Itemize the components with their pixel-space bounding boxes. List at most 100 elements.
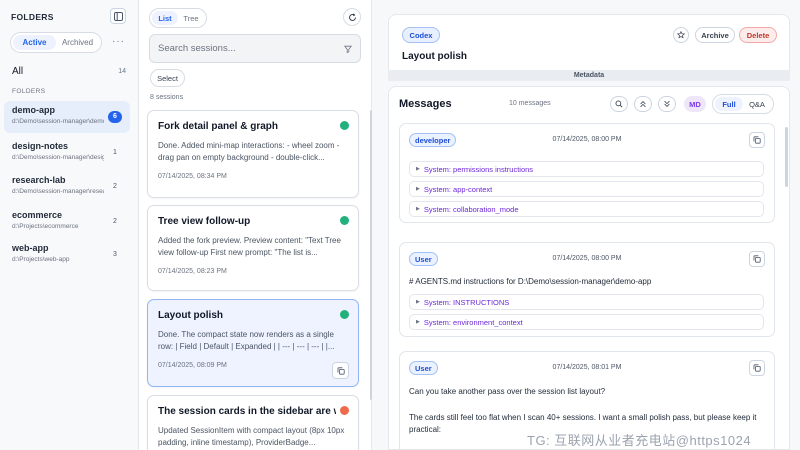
folders-section-label: FOLDERS <box>12 88 46 95</box>
copy-message-button[interactable] <box>749 360 765 376</box>
provider-icon <box>340 310 349 319</box>
folder-item-web-app[interactable]: web-app d:\Projects\web-app 3 <box>4 239 130 271</box>
metadata-toggle[interactable]: Metadata <box>388 70 790 81</box>
all-sessions-row[interactable]: All 14 <box>12 66 126 77</box>
folder-item-research-lab[interactable]: research-lab d:\Demo\session-manager\res… <box>4 171 130 203</box>
copy-icon <box>753 255 761 263</box>
sessions-panel: List Tree Select 8 sessions Fork detail … <box>139 0 373 450</box>
tab-full[interactable]: Full <box>715 97 743 111</box>
message-timestamp: 07/14/2025, 08:00 PM <box>552 255 622 262</box>
copy-message-button[interactable] <box>749 251 765 267</box>
scroll-top-button[interactable] <box>634 96 652 112</box>
system-section[interactable]: ▶ System: app-context <box>409 181 764 197</box>
all-label: All <box>12 66 24 77</box>
session-search <box>149 34 361 63</box>
message-timestamp: 07/14/2025, 08:01 PM <box>552 364 622 371</box>
delete-button[interactable]: Delete <box>739 27 777 43</box>
folder-path: d:\Demo\session-manager\design-notes <box>12 154 104 161</box>
archive-button[interactable]: Archive <box>695 27 735 43</box>
tab-qa[interactable]: Q&A <box>743 97 771 111</box>
message-timestamp: 07/14/2025, 08:00 PM <box>552 136 622 143</box>
refresh-button[interactable] <box>343 8 361 26</box>
folder-count-badge: 6 <box>108 111 122 123</box>
tab-list[interactable]: List <box>152 11 178 25</box>
markdown-export-button[interactable]: MD <box>684 96 706 112</box>
copy-icon <box>753 364 761 372</box>
expand-triangle-icon: ▶ <box>416 166 420 172</box>
session-card[interactable]: The session cards in the sidebar are w U… <box>147 395 359 450</box>
session-card[interactable]: Fork detail panel & graph Done. Added mi… <box>147 110 359 198</box>
session-title: Fork detail panel & graph <box>158 121 279 132</box>
expand-triangle-icon: ▶ <box>416 299 420 305</box>
folder-name: ecommerce <box>12 210 63 220</box>
copy-icon <box>753 136 761 144</box>
session-detail-title: Layout polish <box>402 51 467 62</box>
system-section[interactable]: ▶ System: permissions instructions <box>409 161 764 177</box>
chevrons-down-icon <box>664 100 670 107</box>
copy-message-button[interactable] <box>749 132 765 148</box>
tab-archived[interactable]: Archived <box>56 35 99 50</box>
chevrons-up-icon <box>640 101 646 108</box>
session-card[interactable]: Tree view follow-up Added the fork previ… <box>147 205 359 291</box>
session-detail-panel: Codex Archive Delete Layout polish Metad… <box>372 0 800 450</box>
messages-count: 10 messages <box>509 100 551 107</box>
expand-triangle-icon: ▶ <box>416 319 420 325</box>
message-card: developer 07/14/2025, 08:00 PM ▶ System: … <box>399 123 775 223</box>
search-input[interactable] <box>158 43 344 54</box>
folder-path: d:\Demo\session-manager\demo-app <box>12 118 104 125</box>
detail-header: Codex Archive Delete Layout polish <box>388 14 790 76</box>
tab-active[interactable]: Active <box>13 35 56 50</box>
system-section[interactable]: ▶ System: environment_context <box>409 314 764 330</box>
folder-path: d:\Projects\ecommerce <box>12 223 79 230</box>
view-mode-toggle: List Tree <box>149 8 207 28</box>
filter-icon[interactable] <box>344 45 352 53</box>
more-options-icon[interactable]: ··· <box>112 36 125 47</box>
folder-count: 1 <box>113 149 117 156</box>
session-preview: Done. Added mini-map interactions: - whe… <box>158 141 340 162</box>
system-section-label: System: collaboration_mode <box>423 204 519 214</box>
folder-name: demo-app <box>12 105 56 115</box>
messages-scrollbar[interactable] <box>785 127 788 187</box>
provider-icon <box>340 406 349 415</box>
folder-count: 2 <box>113 218 117 225</box>
folder-count: 2 <box>113 183 117 190</box>
copy-button[interactable] <box>332 362 349 379</box>
star-button[interactable] <box>673 27 689 43</box>
search-messages-button[interactable] <box>610 96 628 112</box>
session-card-selected[interactable]: Layout polish Done. The compact state no… <box>147 299 359 387</box>
collapse-sidebar-button[interactable] <box>110 8 126 24</box>
expand-triangle-icon: ▶ <box>416 186 420 192</box>
folder-name: research-lab <box>12 175 66 185</box>
session-title: The session cards in the sidebar are w <box>158 406 336 417</box>
sidebar-toggle-icon <box>113 11 123 21</box>
session-title: Layout polish <box>158 310 223 321</box>
tab-tree[interactable]: Tree <box>178 11 204 25</box>
folder-item-demo-app[interactable]: demo-app d:\Demo\session-manager\demo-ap… <box>4 101 130 133</box>
copy-icon <box>337 366 345 375</box>
folder-path: d:\Demo\session-manager\research-lab <box>12 188 104 195</box>
folder-count: 3 <box>113 251 117 258</box>
message-text: Can you take another pass over the sessi… <box>409 387 606 396</box>
refresh-icon <box>348 12 356 21</box>
session-title: Tree view follow-up <box>158 216 251 227</box>
message-view-toggle: Full Q&A <box>712 94 774 114</box>
provider-icon <box>340 121 349 130</box>
system-section[interactable]: ▶ System: collaboration_mode <box>409 201 764 217</box>
system-section-label: System: app-context <box>423 184 493 194</box>
system-section[interactable]: ▶ System: INSTRUCTIONS <box>409 294 764 310</box>
select-button[interactable]: Select <box>150 69 185 87</box>
session-preview: Added the fork preview. Preview content:… <box>158 236 341 257</box>
expand-triangle-icon: ▶ <box>416 206 420 212</box>
folder-name: web-app <box>12 243 49 253</box>
scroll-bottom-button[interactable] <box>658 96 676 112</box>
provider-icon <box>340 216 349 225</box>
session-count: 8 sessions <box>150 94 184 101</box>
session-preview: Updated SessionItem with compact layout … <box>158 426 345 447</box>
session-timestamp: 07/14/2025, 08:34 PM <box>158 173 227 180</box>
folder-item-ecommerce[interactable]: ecommerce d:\Projects\ecommerce 2 <box>4 206 130 238</box>
system-section-label: System: INSTRUCTIONS <box>423 297 510 307</box>
sidebar-heading: FOLDERS <box>11 12 54 22</box>
system-section-label: System: permissions instructions <box>423 164 534 174</box>
session-preview: Done. The compact state now renders as a… <box>158 330 335 351</box>
folder-item-design-notes[interactable]: design-notes d:\Demo\session-manager\des… <box>4 137 130 169</box>
